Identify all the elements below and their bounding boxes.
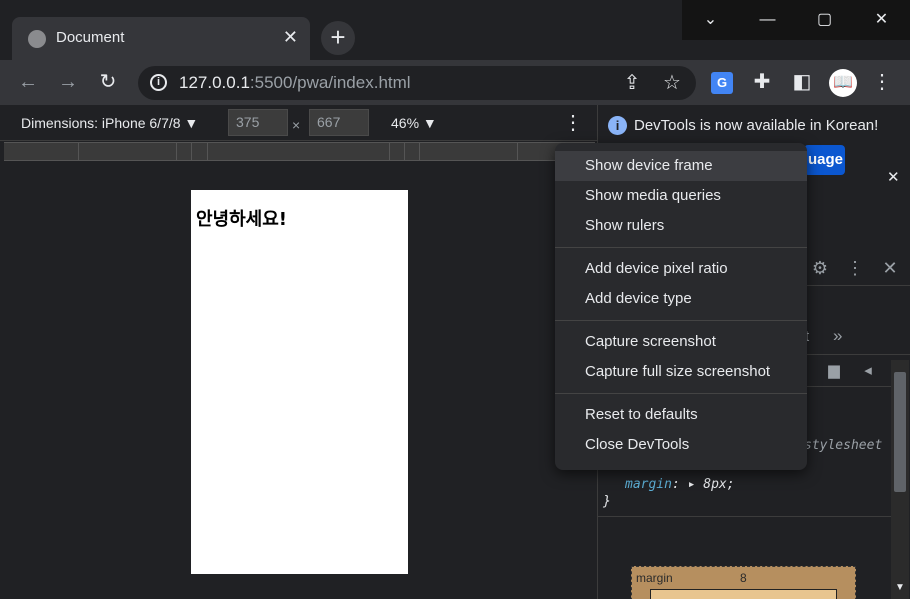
menu-item-capture-screenshot[interactable]: Capture screenshot: [555, 327, 807, 357]
box-model-margin[interactable]: margin 8: [631, 566, 856, 599]
menu-item-show-media-queries[interactable]: Show media queries: [555, 181, 807, 211]
url-host: 127.0.0.1: [179, 73, 250, 92]
extensions-puzzle-icon[interactable]: ✚: [750, 70, 774, 94]
menu-item-reset-to-defaults[interactable]: Reset to defaults: [555, 400, 807, 430]
banner-text: DevTools is now available in Korean!: [634, 117, 879, 134]
more-options-icon[interactable]: ⋮: [563, 111, 583, 135]
css-declaration[interactable]: margin: ▸ 8px;: [625, 477, 735, 492]
ruler-divider: [207, 143, 208, 160]
scroll-down-icon[interactable]: ▼: [895, 582, 905, 593]
menu-separator: [555, 247, 807, 248]
dimensions-select[interactable]: Dimensions: iPhone 6/7/8 ▼: [21, 115, 198, 131]
styles-scrollbar[interactable]: ▼: [891, 360, 909, 599]
ruler-divider: [389, 143, 390, 160]
tab-document[interactable]: Document ✕: [12, 17, 310, 60]
ruler-divider: [517, 143, 518, 160]
box-model-label: margin: [636, 571, 673, 585]
expand-arrow-icon[interactable]: ▸: [688, 477, 696, 492]
reload-icon[interactable]: ↻: [96, 70, 120, 94]
width-input[interactable]: 375: [228, 109, 288, 136]
devtools-menu-icon[interactable]: ⋮: [844, 257, 866, 279]
menu-item-show-rulers[interactable]: Show rulers: [555, 211, 807, 241]
css-colon: :: [671, 477, 680, 492]
ruler-divider: [176, 143, 177, 160]
times-separator: ×: [292, 117, 301, 133]
media-query-ruler[interactable]: [4, 142, 595, 161]
bookmark-star-icon[interactable]: ☆: [660, 71, 684, 95]
css-close-brace: }: [603, 494, 611, 509]
height-input[interactable]: 667: [309, 109, 369, 136]
close-window-button[interactable]: ✕: [853, 0, 910, 40]
browser-menu-icon[interactable]: ⋮: [870, 70, 894, 94]
menu-item-add-device-pixel-ratio[interactable]: Add device pixel ratio: [555, 254, 807, 284]
page-heading: 안녕하세요!: [196, 209, 288, 230]
tab-close-icon[interactable]: ✕: [283, 28, 298, 46]
url-path: :5500/pwa/index.html: [249, 73, 411, 92]
forward-arrow-icon[interactable]: →: [56, 70, 80, 94]
more-tabs-icon[interactable]: »: [833, 326, 842, 346]
css-property-value: 8px;: [703, 477, 735, 492]
close-devtools-icon[interactable]: ✕: [879, 257, 901, 279]
share-icon[interactable]: ⇪: [620, 71, 644, 95]
address-bar[interactable]: i 127.0.0.1:5500/pwa/index.html ⇪ ☆: [138, 66, 696, 100]
device-toolbar: Dimensions: iPhone 6/7/8 ▼ 375 × 667 46%…: [0, 105, 597, 141]
menu-item-capture-full-size-screenshot[interactable]: Capture full size screenshot: [555, 357, 807, 387]
menu-item-add-device-type[interactable]: Add device type: [555, 284, 807, 314]
scroll-thumb[interactable]: [894, 372, 906, 492]
menu-separator: [555, 320, 807, 321]
ruler-divider: [191, 143, 192, 160]
emulated-page[interactable]: 안녕하세요!: [191, 190, 408, 574]
settings-gear-icon[interactable]: ⚙: [809, 257, 831, 279]
user-agent-source: stylesheet: [804, 438, 883, 453]
tab-search-icon[interactable]: ⌄: [682, 0, 739, 40]
menu-separator: [555, 393, 807, 394]
menu-item-close-devtools[interactable]: Close DevTools: [555, 430, 807, 460]
url-text[interactable]: 127.0.0.1:5500/pwa/index.html: [179, 73, 411, 93]
tab-strip: Document ✕ + ⌄ — ▢ ✕: [0, 0, 910, 60]
tab-title: Document: [56, 29, 125, 46]
back-arrow-icon[interactable]: ←: [16, 70, 40, 94]
box-model-value[interactable]: 8: [740, 571, 747, 585]
toggle-sidebar-icon[interactable]: ◂: [858, 361, 878, 381]
minimize-button[interactable]: —: [739, 0, 796, 40]
menu-item-show-device-frame[interactable]: Show device frame: [555, 151, 807, 181]
box-model-border: [650, 589, 837, 599]
info-icon: i: [608, 116, 627, 135]
ruler-divider: [419, 143, 420, 160]
translate-extension-icon[interactable]: G: [711, 72, 733, 94]
globe-icon: [28, 30, 46, 48]
banner-close-icon[interactable]: ✕: [887, 168, 900, 186]
device-options-menu: Show device frame Show media queries Sho…: [555, 143, 807, 470]
side-panel-icon[interactable]: ◧: [790, 70, 814, 94]
new-tab-button[interactable]: +: [321, 21, 355, 55]
device-viewport: 안녕하세요!: [0, 162, 597, 599]
ruler-divider: [78, 143, 79, 160]
ruler-divider: [404, 143, 405, 160]
profile-avatar-icon[interactable]: 📖: [829, 69, 857, 97]
paint-brush-icon[interactable]: ▆: [824, 361, 844, 381]
switch-language-button[interactable]: uage: [804, 145, 845, 175]
browser-window: Document ✕ + ⌄ — ▢ ✕ ← → ↻ i 127.0.0.1:5…: [0, 0, 910, 599]
browser-toolbar: ← → ↻ i 127.0.0.1:5500/pwa/index.html ⇪ …: [0, 60, 910, 105]
zoom-select[interactable]: 46% ▼: [391, 115, 437, 131]
divider: [598, 516, 891, 517]
css-property-name: margin: [625, 477, 672, 492]
site-info-icon[interactable]: i: [150, 74, 167, 91]
maximize-button[interactable]: ▢: [796, 0, 853, 40]
